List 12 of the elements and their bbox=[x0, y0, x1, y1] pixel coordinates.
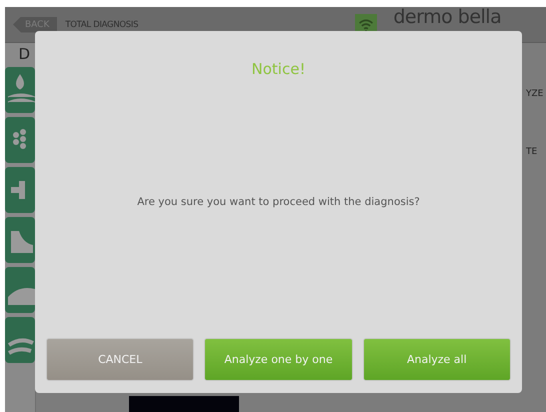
option-label: TE bbox=[526, 147, 538, 157]
drop-icon[interactable] bbox=[5, 67, 35, 113]
option-label: YZE bbox=[526, 89, 544, 99]
section-heading: D bbox=[18, 45, 30, 63]
analyze-button[interactable]: Analyze all bbox=[362, 338, 511, 381]
cancel-button[interactable]: CANCEL bbox=[46, 338, 194, 381]
dialog-title: Notice! bbox=[252, 60, 306, 78]
logo: dermo bella bbox=[393, 8, 502, 27]
screen-title: TOTAL DIAGNOSIS bbox=[65, 20, 140, 30]
dots-icon[interactable] bbox=[5, 117, 35, 163]
analyze-button[interactable]: Analyze one by one bbox=[204, 338, 353, 381]
dialog-message: Are you sure you want to proceed with the diagnosis? bbox=[137, 196, 420, 208]
